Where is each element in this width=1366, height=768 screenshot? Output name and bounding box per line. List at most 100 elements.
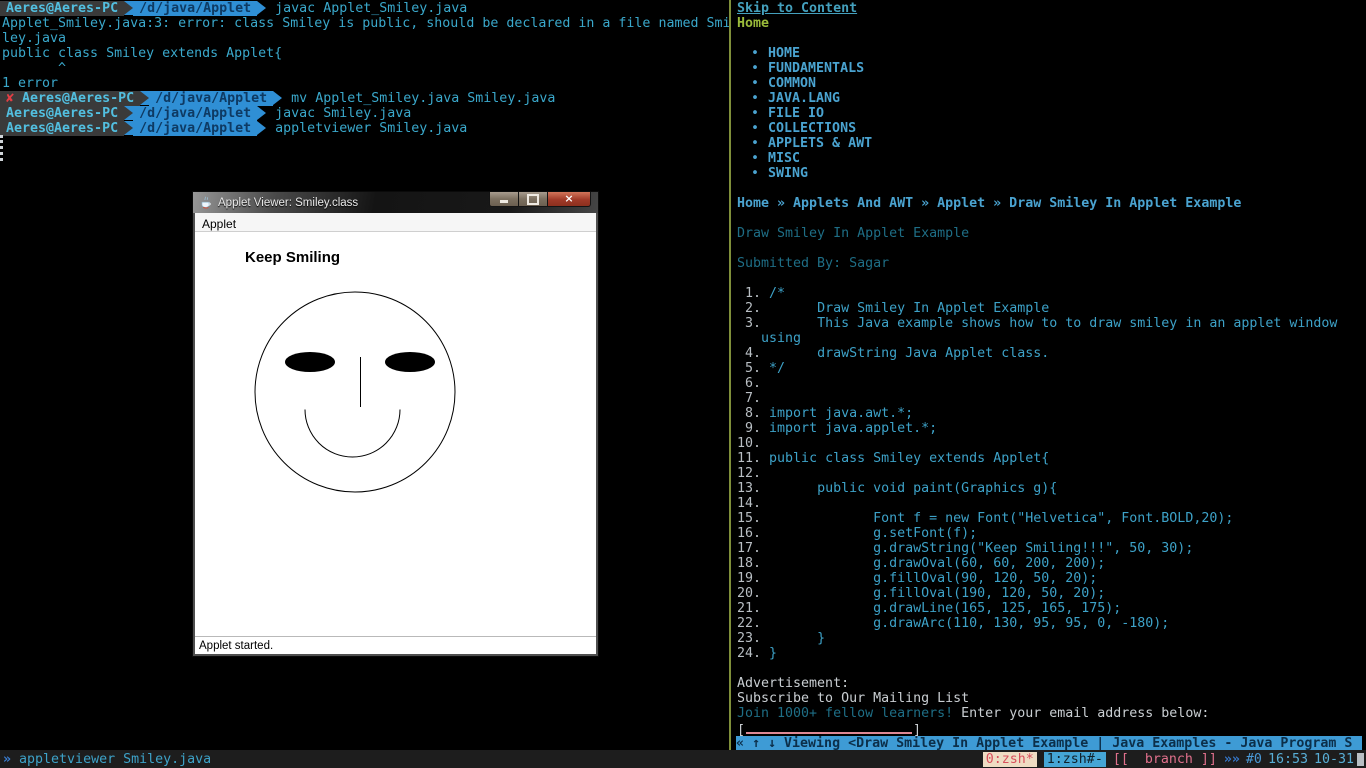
line-number: 22.	[737, 616, 762, 631]
bullet-icon: •	[751, 106, 760, 121]
line-number: 5.	[737, 361, 762, 376]
line-number: 11.	[737, 451, 762, 466]
powerline-arrow-icon	[124, 1, 134, 15]
site-nav-list: • HOME • FUNDAMENTALS • COMMON • JAVA.LANG • FILE…	[751, 46, 872, 181]
line-number: 10.	[737, 436, 762, 451]
nav-item[interactable]: • SWING	[751, 166, 872, 181]
nav-item-label: COLLECTIONS	[768, 121, 857, 136]
prompt-line-1: Aeres@Aeres-PC/d/java/Applet javac Applet…	[0, 1, 467, 16]
line-number: 1.	[737, 286, 762, 301]
terminal-cursor	[0, 135, 3, 161]
line-number: 7.	[737, 391, 762, 406]
code-text: g.setFont(f);	[761, 526, 978, 541]
code-line: 12.	[737, 466, 1337, 481]
prompt-path-segment: /d/java/Applet	[133, 1, 258, 16]
advertisement-label: Advertisement:	[737, 676, 850, 691]
code-line: 24. }	[737, 646, 1337, 661]
close-button[interactable]: ×	[547, 192, 591, 207]
tmux-window-0[interactable]: 0:zsh*	[982, 751, 1037, 767]
home-link[interactable]: Home	[737, 16, 769, 31]
minimize-icon	[500, 200, 508, 203]
minimize-button[interactable]	[489, 192, 519, 207]
nav-item[interactable]: • JAVA.LANG	[751, 91, 872, 106]
chevrons-icon: »»	[1223, 751, 1240, 767]
code-line: using	[737, 331, 1337, 346]
line-number: 4.	[737, 346, 762, 361]
menu-applet[interactable]: Applet	[195, 215, 243, 233]
nav-item[interactable]: • FILE IO	[751, 106, 872, 121]
window-menubar: Applet	[195, 213, 596, 232]
prompt-line-3: Aeres@Aeres-PC/d/java/Applet javac Smiley…	[0, 106, 411, 121]
code-line: 2. Draw Smiley In Applet Example	[737, 301, 1337, 316]
nav-item[interactable]: • APPLETS & AWT	[751, 136, 872, 151]
nav-item-label: JAVA.LANG	[768, 91, 841, 106]
code-line: 11. public class Smiley extends Applet{	[737, 451, 1337, 466]
nav-item[interactable]: • COMMON	[751, 76, 872, 91]
tmux-status-bar: » appletviewer Smiley.java 0:zsh* 1:zsh#…	[0, 750, 1366, 768]
code-line: 6.	[737, 376, 1337, 391]
nav-item[interactable]: • COLLECTIONS	[751, 121, 872, 136]
status-left-text: appletviewer Smiley.java	[11, 751, 212, 767]
submitted-by: Submitted By: Sagar	[737, 256, 890, 271]
nav-item[interactable]: • FUNDAMENTALS	[751, 61, 872, 76]
code-line: 4. drawString Java Applet class.	[737, 346, 1337, 361]
powerline-arrow-icon	[257, 106, 267, 120]
bullet-icon: •	[751, 166, 760, 181]
code-line: 19. g.fillOval(90, 120, 50, 20);	[737, 571, 1337, 586]
code-line: 1. /*	[737, 286, 1337, 301]
line-number: 12.	[737, 466, 762, 481]
code-line: 5. */	[737, 361, 1337, 376]
nav-item-label: FILE IO	[768, 106, 825, 121]
tmux-window-1[interactable]: 1:zsh#-	[1043, 751, 1106, 767]
line-number: 9.	[737, 421, 762, 436]
nav-item-label: SWING	[768, 166, 809, 181]
line-number: 3.	[737, 316, 762, 331]
maximize-icon	[527, 193, 539, 205]
skip-to-content-link[interactable]: Skip to Content	[737, 1, 857, 16]
code-line: 13. public void paint(Graphics g){	[737, 481, 1337, 496]
line-number: 19.	[737, 571, 762, 586]
maximize-button[interactable]	[518, 192, 548, 207]
bullet-icon: •	[751, 76, 760, 91]
applet-canvas: Keep Smiling	[195, 232, 596, 633]
code-line: 3. This Java example shows how to to dra…	[737, 316, 1337, 331]
breadcrumb[interactable]: Home » Applets And AWT » Applet » Draw S…	[737, 196, 1241, 211]
code-line: 17. g.drawString("Keep Smiling!!!", 50, …	[737, 541, 1337, 556]
nav-item[interactable]: • HOME	[751, 46, 872, 61]
applet-viewer-window[interactable]: Applet Viewer: Smiley.class × Applet Kee…	[193, 192, 598, 656]
line-number: 23.	[737, 631, 762, 646]
nav-item[interactable]: • MISC	[751, 151, 872, 166]
prompt-path-segment: /d/java/Applet	[133, 106, 258, 121]
email-prompt: Enter your email address below:	[953, 706, 1210, 721]
code-text: g.drawArc(110, 130, 95, 95, 0, -180);	[761, 616, 1170, 631]
java-icon	[199, 196, 212, 209]
email-input[interactable]	[746, 721, 913, 734]
bullet-icon: •	[751, 91, 760, 106]
error-count: 1 error	[2, 76, 59, 91]
code-line: 14.	[737, 496, 1337, 511]
nav-item-label: COMMON	[768, 76, 817, 91]
code-text: */	[761, 361, 786, 376]
code-text: g.fillOval(90, 120, 50, 20);	[761, 571, 1098, 586]
close-icon: ×	[564, 192, 574, 205]
nav-item-label: HOME	[768, 46, 801, 61]
error-caret-line: ^	[2, 61, 67, 76]
powerline-arrow-icon	[257, 1, 267, 15]
line-number: 20.	[737, 586, 762, 601]
code-text: }	[761, 631, 826, 646]
line-number: 24.	[737, 646, 762, 661]
command-text: appletviewer Smiley.java	[275, 121, 468, 136]
code-text: g.fillOval(190, 120, 50, 20);	[761, 586, 1106, 601]
email-input-row: []	[737, 721, 921, 738]
command-text: mv Applet_Smiley.java Smiley.java	[291, 91, 556, 106]
line-number: 16.	[737, 526, 762, 541]
code-line: 16. g.setFont(f);	[737, 526, 1337, 541]
powerline-arrow-icon	[140, 91, 150, 105]
smiley-right-eye	[385, 352, 435, 372]
compiler-error-line: Applet_Smiley.java:3: error: class Smile…	[2, 16, 729, 31]
code-text: using	[737, 331, 802, 346]
browser-statusbar: « ↑ ↓ Viewing <Draw Smiley In Applet Exa…	[736, 736, 1362, 750]
code-line: 7.	[737, 391, 1337, 406]
error-mark-icon: ✘	[6, 91, 23, 106]
canvas-text: Keep Smiling	[245, 249, 340, 266]
